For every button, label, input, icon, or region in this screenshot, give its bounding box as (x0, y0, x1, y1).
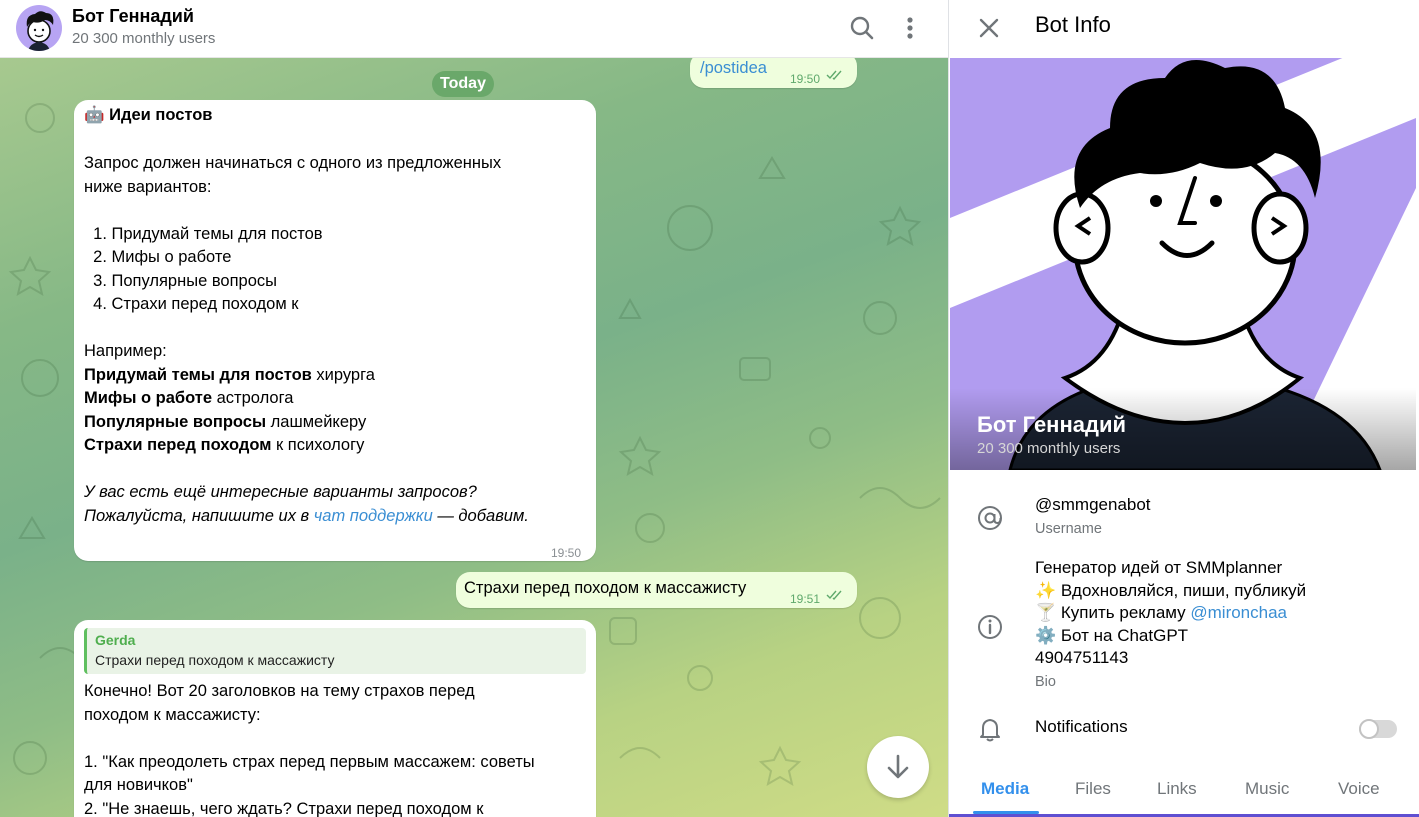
toggle-knob (1359, 719, 1379, 739)
search-icon (850, 16, 874, 40)
reply-author: Gerda (95, 632, 136, 648)
message-line: Например: (84, 342, 167, 360)
bio-line: Генератор идей от SMMplanner (1035, 558, 1283, 577)
chat-header: Бот Геннадий 20 300 monthly users (0, 0, 948, 58)
bell-icon (975, 714, 1005, 744)
close-icon (979, 18, 999, 38)
message-line: Конечно! Вот 20 заголовков на тему страх… (84, 682, 475, 700)
bot-info-panel: Bot Info Бот Геннадий 20 300 monthly use… (948, 0, 1419, 817)
tab-media[interactable]: Media (981, 779, 1029, 799)
message-line: 1. "Как преодолеть страх перед первым ма… (84, 752, 535, 771)
at-sign-icon (975, 503, 1005, 533)
example-line: Придумай темы для постов хирурга (84, 365, 375, 384)
bot-avatar[interactable] (16, 5, 62, 51)
username-value[interactable]: @smmgenabot (1035, 494, 1151, 517)
info-icon (975, 612, 1005, 642)
message-incoming[interactable]: 🤖 Идеи постов Запрос должен начинаться с… (74, 100, 596, 561)
bio-line: 🍸 Купить рекламу @mironchaa (1035, 603, 1288, 622)
chat-title[interactable]: Бот Геннадий (72, 6, 194, 27)
bio-line: 4904751143 (1035, 648, 1129, 667)
support-chat-link[interactable]: чат поддержки (314, 507, 433, 525)
bio-mention-link[interactable]: @mironchaa (1190, 603, 1287, 622)
message-line: ниже вариантов: (84, 177, 212, 196)
example-line: Мифы о работе астролога (84, 389, 294, 407)
date-divider: Today (432, 71, 494, 97)
list-item: 2. Мифы о работе (84, 248, 232, 266)
search-button[interactable] (846, 12, 878, 44)
arrow-down-icon (887, 754, 909, 779)
message-line: для новичков" (84, 776, 193, 794)
message-time: 19:51 (790, 592, 821, 606)
bot-illustration (950, 58, 1416, 470)
message-line: Запрос должен начинаться с одного из пре… (84, 154, 502, 172)
list-item: 4. Страхи перед походом к (84, 295, 299, 313)
more-options-button[interactable] (896, 12, 924, 44)
tab-voice[interactable]: Voice (1338, 779, 1380, 799)
list-item: 3. Популярные вопросы (84, 271, 277, 290)
double-check-icon (826, 590, 842, 600)
profile-name: Бот Геннадий (977, 412, 1127, 437)
command-link[interactable]: /postidea (700, 59, 767, 77)
username-label: Username (1035, 521, 1102, 537)
message-time: 19:50 (551, 546, 582, 560)
scroll-to-bottom-button[interactable] (867, 736, 929, 798)
bio-text[interactable]: Генератор идей от SMMplanner ✨ Вдохновля… (1035, 557, 1306, 670)
message-incoming[interactable]: Gerda Страхи перед походом к массажисту … (74, 620, 596, 817)
message-outgoing[interactable]: Страхи перед походом к массажисту 19:51 (456, 572, 857, 608)
message-italic-line: Пожалуйста, напишите их в чат поддержки … (84, 506, 529, 525)
bio-label: Bio (1035, 674, 1056, 690)
message-line: походом к массажисту: (84, 705, 261, 724)
notifications-label: Notifications (1035, 717, 1128, 736)
notifications-toggle[interactable] (1359, 719, 1397, 739)
tab-links[interactable]: Links (1157, 779, 1197, 799)
shared-media-tabs: Media Files Links Music Voice (949, 770, 1419, 817)
chat-subtitle: 20 300 monthly users (72, 30, 216, 47)
close-button[interactable] (975, 14, 1003, 42)
message-time: 19:50 (790, 72, 821, 86)
example-line: Популярные вопросы лашмейкеру (84, 412, 367, 431)
example-line: Страхи перед походом к психологу (84, 436, 365, 454)
bio-line: ⚙️ Бот на ChatGPT (1035, 625, 1189, 645)
reply-text: Страхи перед походом к массажисту (95, 652, 335, 668)
profile-subtitle: 20 300 monthly users (977, 440, 1121, 457)
profile-photo[interactable]: Бот Геннадий 20 300 monthly users (950, 58, 1416, 470)
chat-panel: Бот Геннадий 20 300 monthly users /posti… (0, 0, 948, 817)
message-line: 2. "Не знаешь, чего ждать? Страхи перед … (84, 799, 484, 817)
panel-title: Bot Info (1035, 12, 1111, 37)
info-header: Bot Info (949, 0, 1419, 58)
tab-files[interactable]: Files (1075, 779, 1111, 799)
more-vertical-icon (907, 17, 913, 39)
list-item: 1. Придумай темы для постов (84, 224, 323, 243)
bio-line: ✨ Вдохновляйся, пиши, публикуй (1035, 580, 1307, 600)
reply-quote[interactable]: Gerda Страхи перед походом к массажисту (84, 628, 586, 674)
message-italic-line: У вас есть ещё интересные варианты запро… (84, 483, 477, 501)
double-check-icon (826, 70, 842, 80)
message-text: Страхи перед походом к массажисту (464, 579, 747, 597)
tab-music[interactable]: Music (1245, 779, 1289, 799)
message-header: 🤖 Идеи постов (84, 106, 213, 124)
